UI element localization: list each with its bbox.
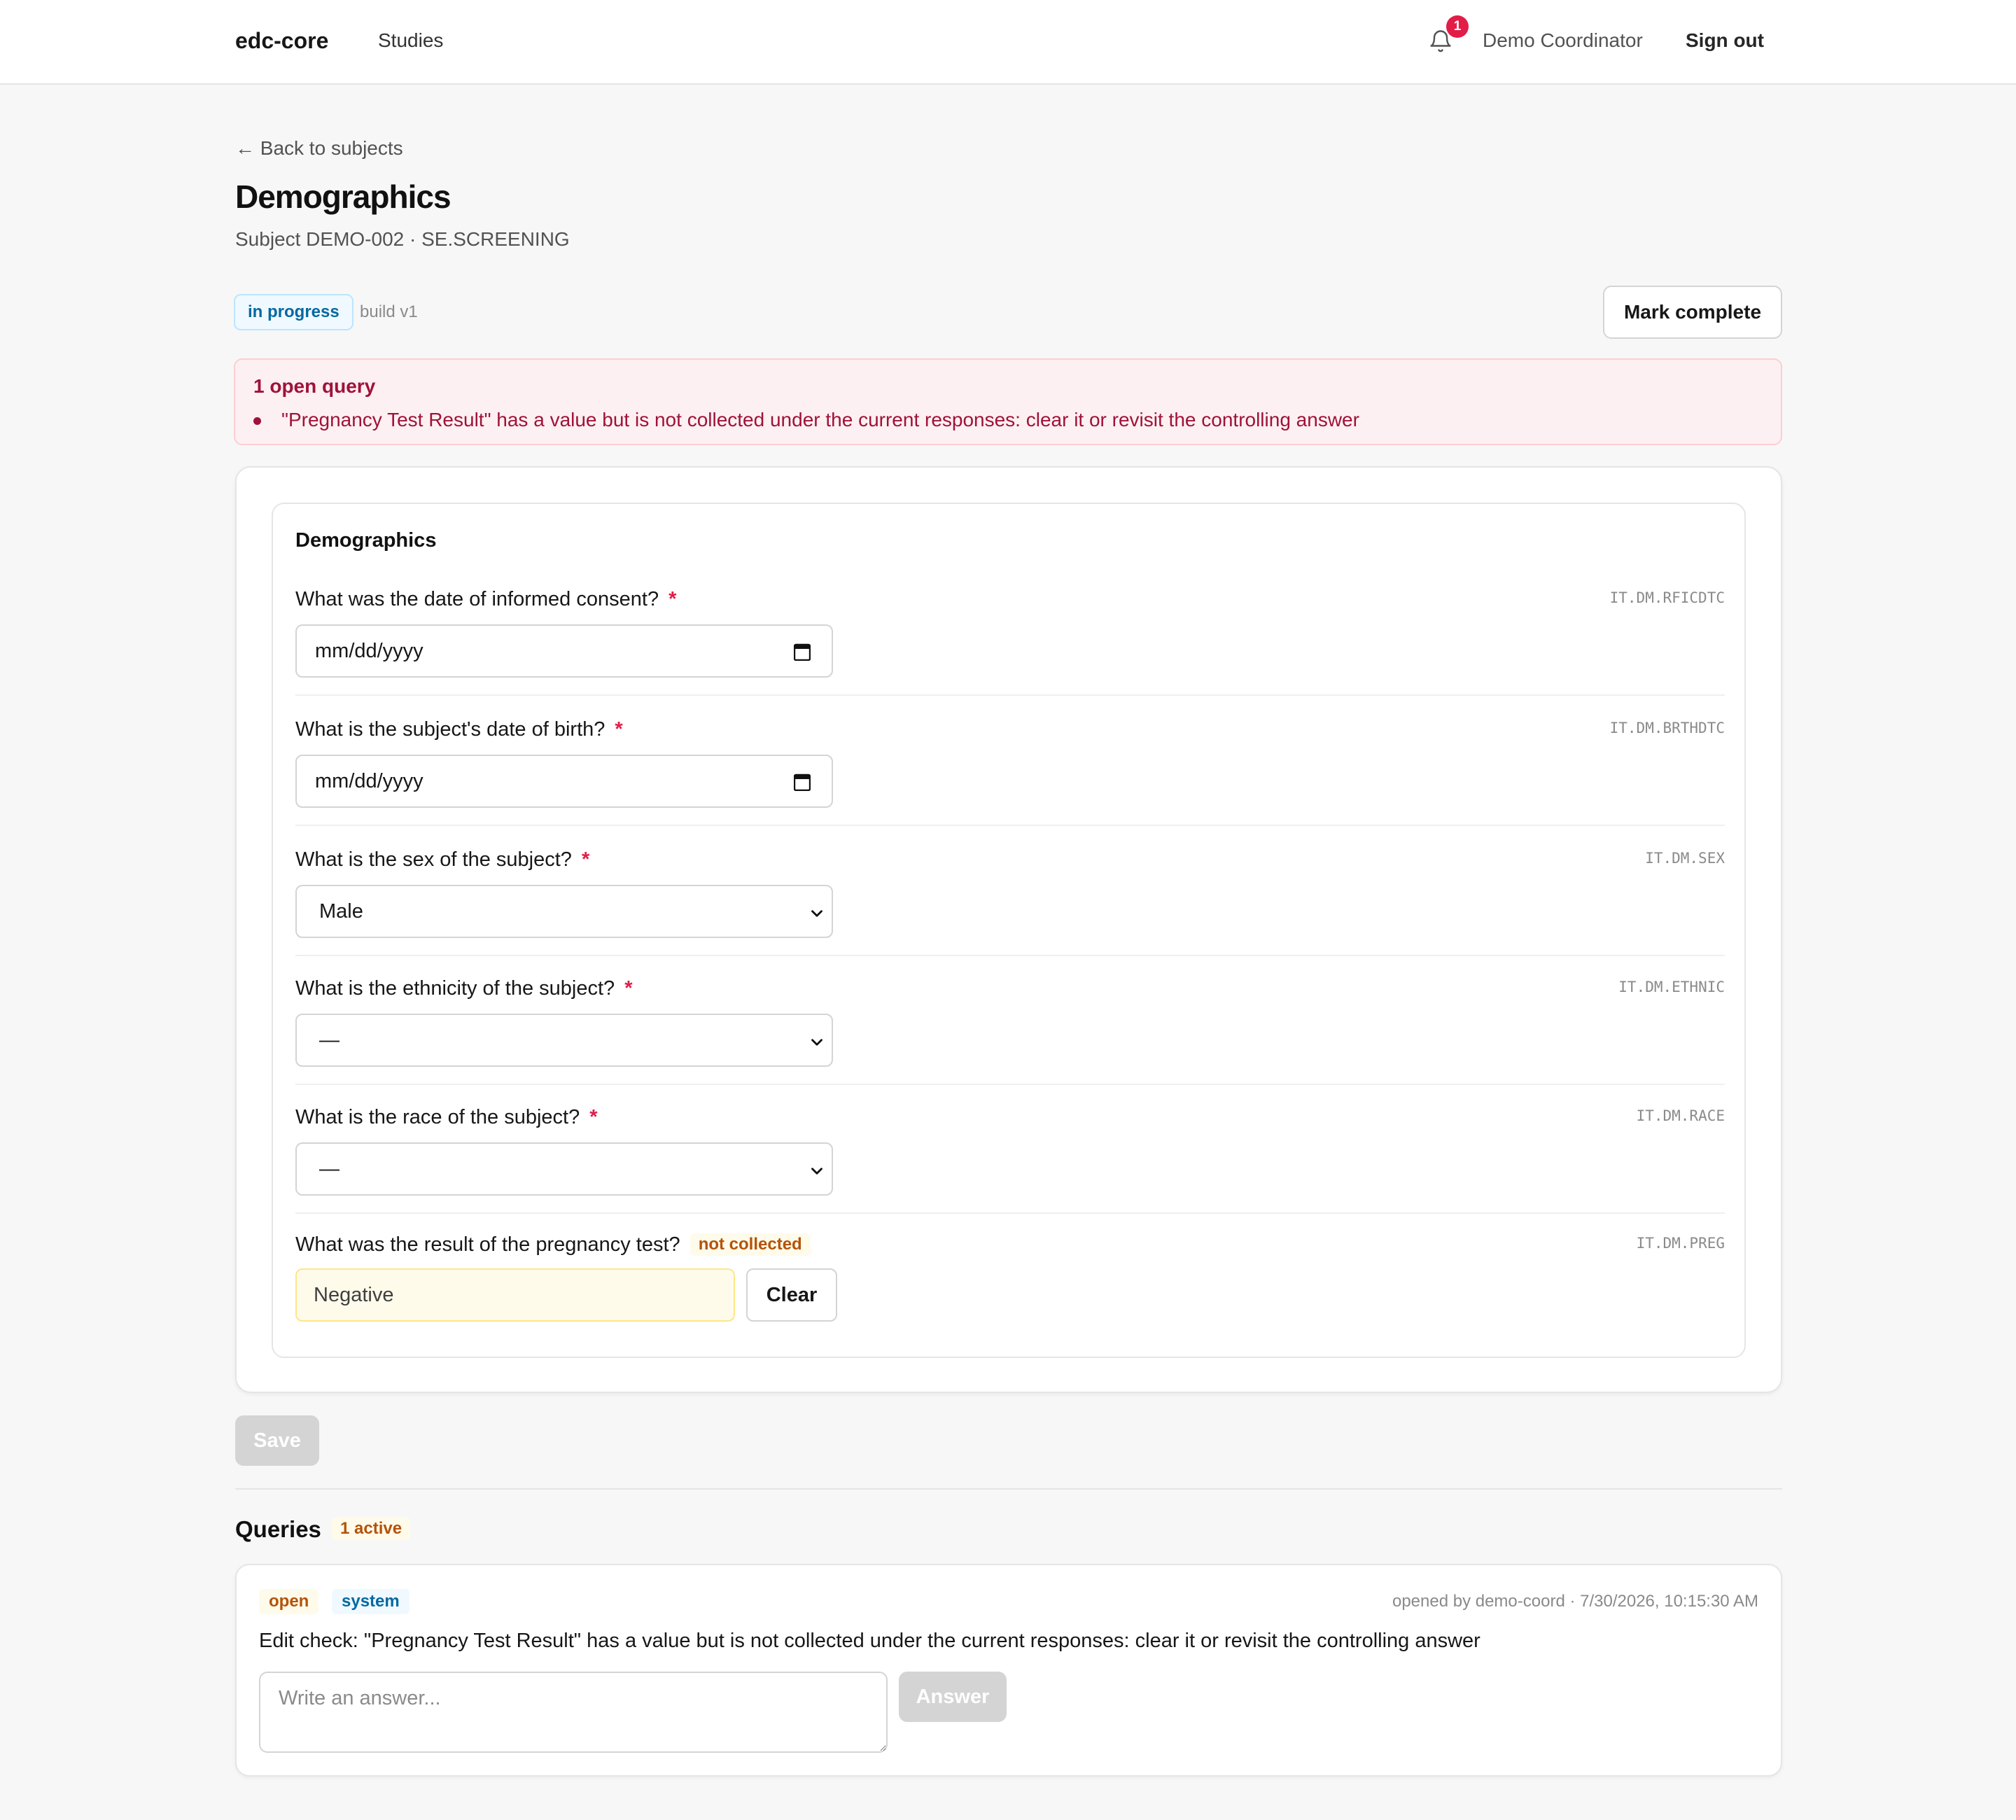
section-divider — [235, 1488, 1782, 1490]
item-oid: IT.DM.ETHNIC — [1618, 979, 1725, 995]
required-asterisk: * — [615, 718, 623, 741]
question-label: What is the ethnicity of the subject? * — [295, 977, 632, 1000]
select-race[interactable]: — — [295, 1142, 833, 1196]
question-text: What is the race of the subject? — [295, 1106, 580, 1128]
save-button[interactable]: Save — [235, 1415, 319, 1466]
query-status-badge: open — [259, 1589, 319, 1614]
chevron-down-icon — [811, 1039, 822, 1046]
demographics-section: Demographics What was the date of inform… — [272, 503, 1746, 1358]
required-asterisk: * — [624, 977, 633, 1000]
field-informed-consent-date: What was the date of informed consent? * … — [295, 588, 1725, 679]
not-collected-badge: not collected — [690, 1233, 811, 1256]
brand-logo[interactable]: edc-core — [235, 28, 328, 54]
form-status-badge: in progress — [234, 294, 354, 330]
alert-item: "Pregnancy Test Result" has a value but … — [281, 409, 1359, 430]
date-input-consent[interactable]: mm/dd/yyyy — [295, 624, 833, 678]
required-asterisk: * — [589, 1106, 598, 1128]
pregnancy-result-input[interactable]: Negative — [295, 1268, 735, 1322]
top-nav-bar: edc-core Studies 1 Demo Coordinator Sign… — [0, 0, 2016, 85]
page-title: Demographics — [235, 178, 451, 215]
field-ethnicity: What is the ethnicity of the subject? * I… — [295, 977, 1725, 1068]
back-to-subjects-link[interactable]: ← Back to subjects — [235, 137, 403, 160]
bullet-dot-icon — [253, 417, 261, 425]
field-divider — [295, 694, 1725, 696]
field-sex: What is the sex of the subject? * IT.DM.S… — [295, 848, 1725, 939]
open-query-alert: 1 open query "Pregnancy Test Result" has… — [234, 358, 1782, 445]
query-card: open system opened by demo-coord · 7/30/… — [235, 1564, 1782, 1777]
item-oid: IT.DM.SEX — [1645, 850, 1725, 867]
question-label: What is the race of the subject? * — [295, 1106, 598, 1129]
notification-count-badge: 1 — [1446, 15, 1469, 38]
chevron-down-icon — [811, 910, 822, 917]
question-text: What was the result of the pregnancy tes… — [295, 1233, 680, 1256]
query-meta: opened by demo-coord · 7/30/2026, 10:15:… — [1392, 1592, 1758, 1611]
select-ethnicity[interactable]: — — [295, 1014, 833, 1067]
field-divider — [295, 1212, 1725, 1214]
mark-complete-button[interactable]: Mark complete — [1603, 286, 1782, 339]
answer-input[interactable] — [259, 1672, 888, 1753]
item-oid: IT.DM.BRTHDTC — [1609, 720, 1725, 736]
active-queries-badge: 1 active — [332, 1518, 411, 1540]
field-divider — [295, 1084, 1725, 1085]
page-subtitle: Subject DEMO-002 · SE.SCREENING — [235, 228, 570, 250]
question-text: What is the ethnicity of the subject? — [295, 977, 615, 1000]
sign-out-button[interactable]: Sign out — [1686, 29, 1764, 52]
current-user-name: Demo Coordinator — [1483, 29, 1643, 51]
selected-value: — — [319, 1158, 340, 1180]
required-asterisk: * — [581, 848, 590, 871]
question-text: What is the sex of the subject? — [295, 848, 572, 871]
field-pregnancy-test: What was the result of the pregnancy tes… — [295, 1233, 1725, 1324]
date-input-birth[interactable]: mm/dd/yyyy — [295, 755, 833, 808]
build-version-label: build v1 — [360, 302, 418, 321]
answer-button[interactable]: Answer — [899, 1672, 1007, 1722]
question-label: What is the sex of the subject? * — [295, 848, 589, 872]
question-text: What is the subject's date of birth? — [295, 718, 606, 741]
selected-value: Male — [319, 900, 363, 923]
query-source-badge: system — [332, 1589, 410, 1614]
input-value: Negative — [314, 1284, 394, 1306]
query-text: Edit check: "Pregnancy Test Result" has … — [259, 1630, 1480, 1652]
nav-link-studies[interactable]: Studies — [378, 29, 443, 52]
item-oid: IT.DM.RACE — [1636, 1107, 1725, 1124]
question-text: What was the date of informed consent? — [295, 588, 659, 610]
question-label: What was the date of informed consent? * — [295, 588, 676, 611]
alert-title: 1 open query — [253, 375, 376, 397]
calendar-icon[interactable] — [794, 773, 811, 791]
queries-title: Queries — [235, 1516, 321, 1542]
item-oid: IT.DM.RFICDTC — [1609, 589, 1725, 606]
item-oid: IT.DM.PREG — [1636, 1235, 1725, 1252]
field-race: What is the race of the subject? * IT.DM.… — [295, 1106, 1725, 1197]
clear-button[interactable]: Clear — [746, 1268, 837, 1322]
date-placeholder: mm/dd/yyyy — [315, 770, 424, 792]
section-title: Demographics — [295, 529, 437, 552]
selected-value: — — [319, 1029, 340, 1051]
required-asterisk: * — [668, 588, 677, 610]
field-divider — [295, 825, 1725, 826]
select-sex[interactable]: Male — [295, 885, 833, 938]
date-placeholder: mm/dd/yyyy — [315, 640, 424, 662]
question-label: What is the subject's date of birth? * — [295, 718, 623, 741]
field-divider — [295, 955, 1725, 956]
chevron-down-icon — [811, 1168, 822, 1175]
form-card: Demographics What was the date of inform… — [235, 466, 1782, 1393]
calendar-icon[interactable] — [794, 643, 811, 661]
question-label: What was the result of the pregnancy tes… — [295, 1233, 811, 1256]
field-date-of-birth: What is the subject's date of birth? * IT… — [295, 718, 1725, 809]
